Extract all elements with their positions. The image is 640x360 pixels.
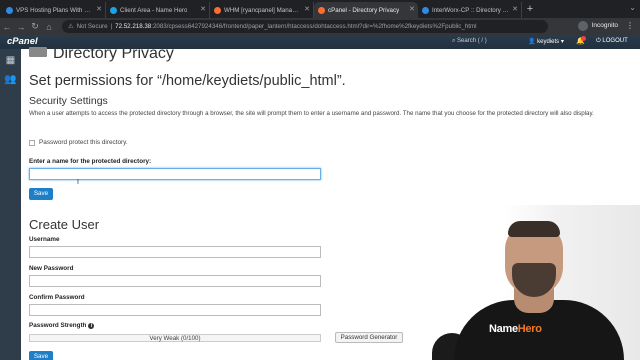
text-cursor-icon: I: [77, 179, 79, 186]
username-label: Username: [29, 236, 60, 243]
reload-icon[interactable]: ↻: [28, 21, 42, 32]
tab-close-icon[interactable]: ✕: [304, 5, 310, 13]
user-menu[interactable]: 👤 keydiets ▾: [528, 38, 564, 45]
permissions-heading: Set permissions for “/home/keydiets/publ…: [29, 73, 346, 89]
browser-tab[interactable]: VPS Hosting Plans With Free S✕: [2, 2, 106, 18]
back-icon[interactable]: ←: [0, 22, 14, 32]
password-generator-button[interactable]: Password Generator: [335, 332, 403, 343]
new-password-input[interactable]: [29, 275, 321, 287]
confirm-password-input[interactable]: [29, 304, 321, 316]
security-settings-heading: Security Settings: [29, 95, 108, 107]
tab-favicon-icon: [6, 7, 13, 14]
incognito-label: Incognito: [591, 22, 618, 29]
browser-tab-bar: VPS Hosting Plans With Free S✕ Client Ar…: [0, 0, 640, 18]
tab-close-icon[interactable]: ✕: [200, 5, 206, 13]
page-title: Directory Privacy: [29, 45, 174, 63]
url-path: :2083/cpsess6427924346/frontend/paper_la…: [151, 23, 477, 30]
new-tab-icon[interactable]: +: [522, 2, 538, 18]
directory-name-input[interactable]: [29, 168, 321, 180]
browser-tab[interactable]: WHM [ryancpanel] Manage Au ✕: [210, 2, 314, 18]
protect-checkbox-label: Password protect this directory.: [39, 139, 128, 146]
home-icon[interactable]: ⌂: [42, 22, 56, 32]
notification-badge: [581, 36, 586, 41]
tab-favicon-icon: [214, 7, 221, 14]
user-icon: 👤: [528, 39, 536, 45]
browser-tab[interactable]: Client Area - Name Hero ✕: [106, 2, 210, 18]
create-user-save-button[interactable]: Save: [29, 351, 53, 360]
tab-favicon-icon: [422, 7, 429, 14]
folder-icon: [29, 47, 47, 57]
security-description: When a user attempts to access the prote…: [29, 110, 594, 117]
address-bar[interactable]: ⚠ Not Secure | 72.52.218.38:2083/cpsess6…: [62, 20, 548, 33]
security-status: Not Secure: [76, 23, 108, 30]
warning-icon: ⚠: [68, 23, 74, 30]
webcam-overlay: NameHero: [432, 205, 640, 360]
browser-tab-active[interactable]: cPanel - Directory Privacy ✕: [314, 2, 418, 18]
browser-tab[interactable]: InterWorx-CP :: Directory Opti ✕: [418, 2, 522, 18]
browser-menu-icon[interactable]: ⋮: [626, 21, 634, 30]
shirt-logo: NameHero: [489, 323, 542, 335]
grid-icon[interactable]: ▦: [4, 56, 17, 66]
sidebar: ▦ 👥: [0, 49, 21, 360]
tab-close-icon[interactable]: ✕: [409, 5, 415, 13]
window-controls-icon[interactable]: ⌄: [629, 3, 636, 12]
search-icon: ⌕: [452, 38, 456, 44]
notifications-icon[interactable]: 🔔: [576, 36, 586, 45]
tab-favicon-icon: [318, 7, 325, 14]
incognito-icon: [578, 21, 588, 31]
username-input[interactable]: [29, 246, 321, 258]
save-button[interactable]: Save: [29, 188, 53, 200]
info-icon[interactable]: i: [88, 323, 95, 329]
password-strength-meter: Very Weak (0/100): [29, 334, 321, 342]
new-password-label: New Password: [29, 265, 74, 272]
browser-toolbar: ← → ↻ ⌂ ⚠ Not Secure | 72.52.218.38:2083…: [0, 18, 640, 35]
url-host: 72.52.218.38: [115, 23, 152, 30]
forward-icon[interactable]: →: [14, 22, 28, 32]
tab-close-icon[interactable]: ✕: [512, 5, 518, 13]
create-user-heading: Create User: [29, 217, 100, 232]
protect-checkbox[interactable]: [29, 139, 35, 146]
tab-favicon-icon: [110, 7, 117, 14]
protect-checkbox-row[interactable]: Password protect this directory.: [29, 139, 128, 146]
directory-name-label: Enter a name for the protected directory…: [29, 158, 152, 165]
logout-button[interactable]: ⏻ LOGOUT: [596, 38, 628, 45]
search-input[interactable]: ⌕ Search ( / ): [452, 38, 487, 45]
users-icon[interactable]: 👥: [4, 75, 17, 85]
tab-close-icon[interactable]: ✕: [96, 5, 102, 13]
password-strength-label: Password Strength i: [29, 322, 95, 329]
confirm-password-label: Confirm Password: [29, 294, 85, 301]
